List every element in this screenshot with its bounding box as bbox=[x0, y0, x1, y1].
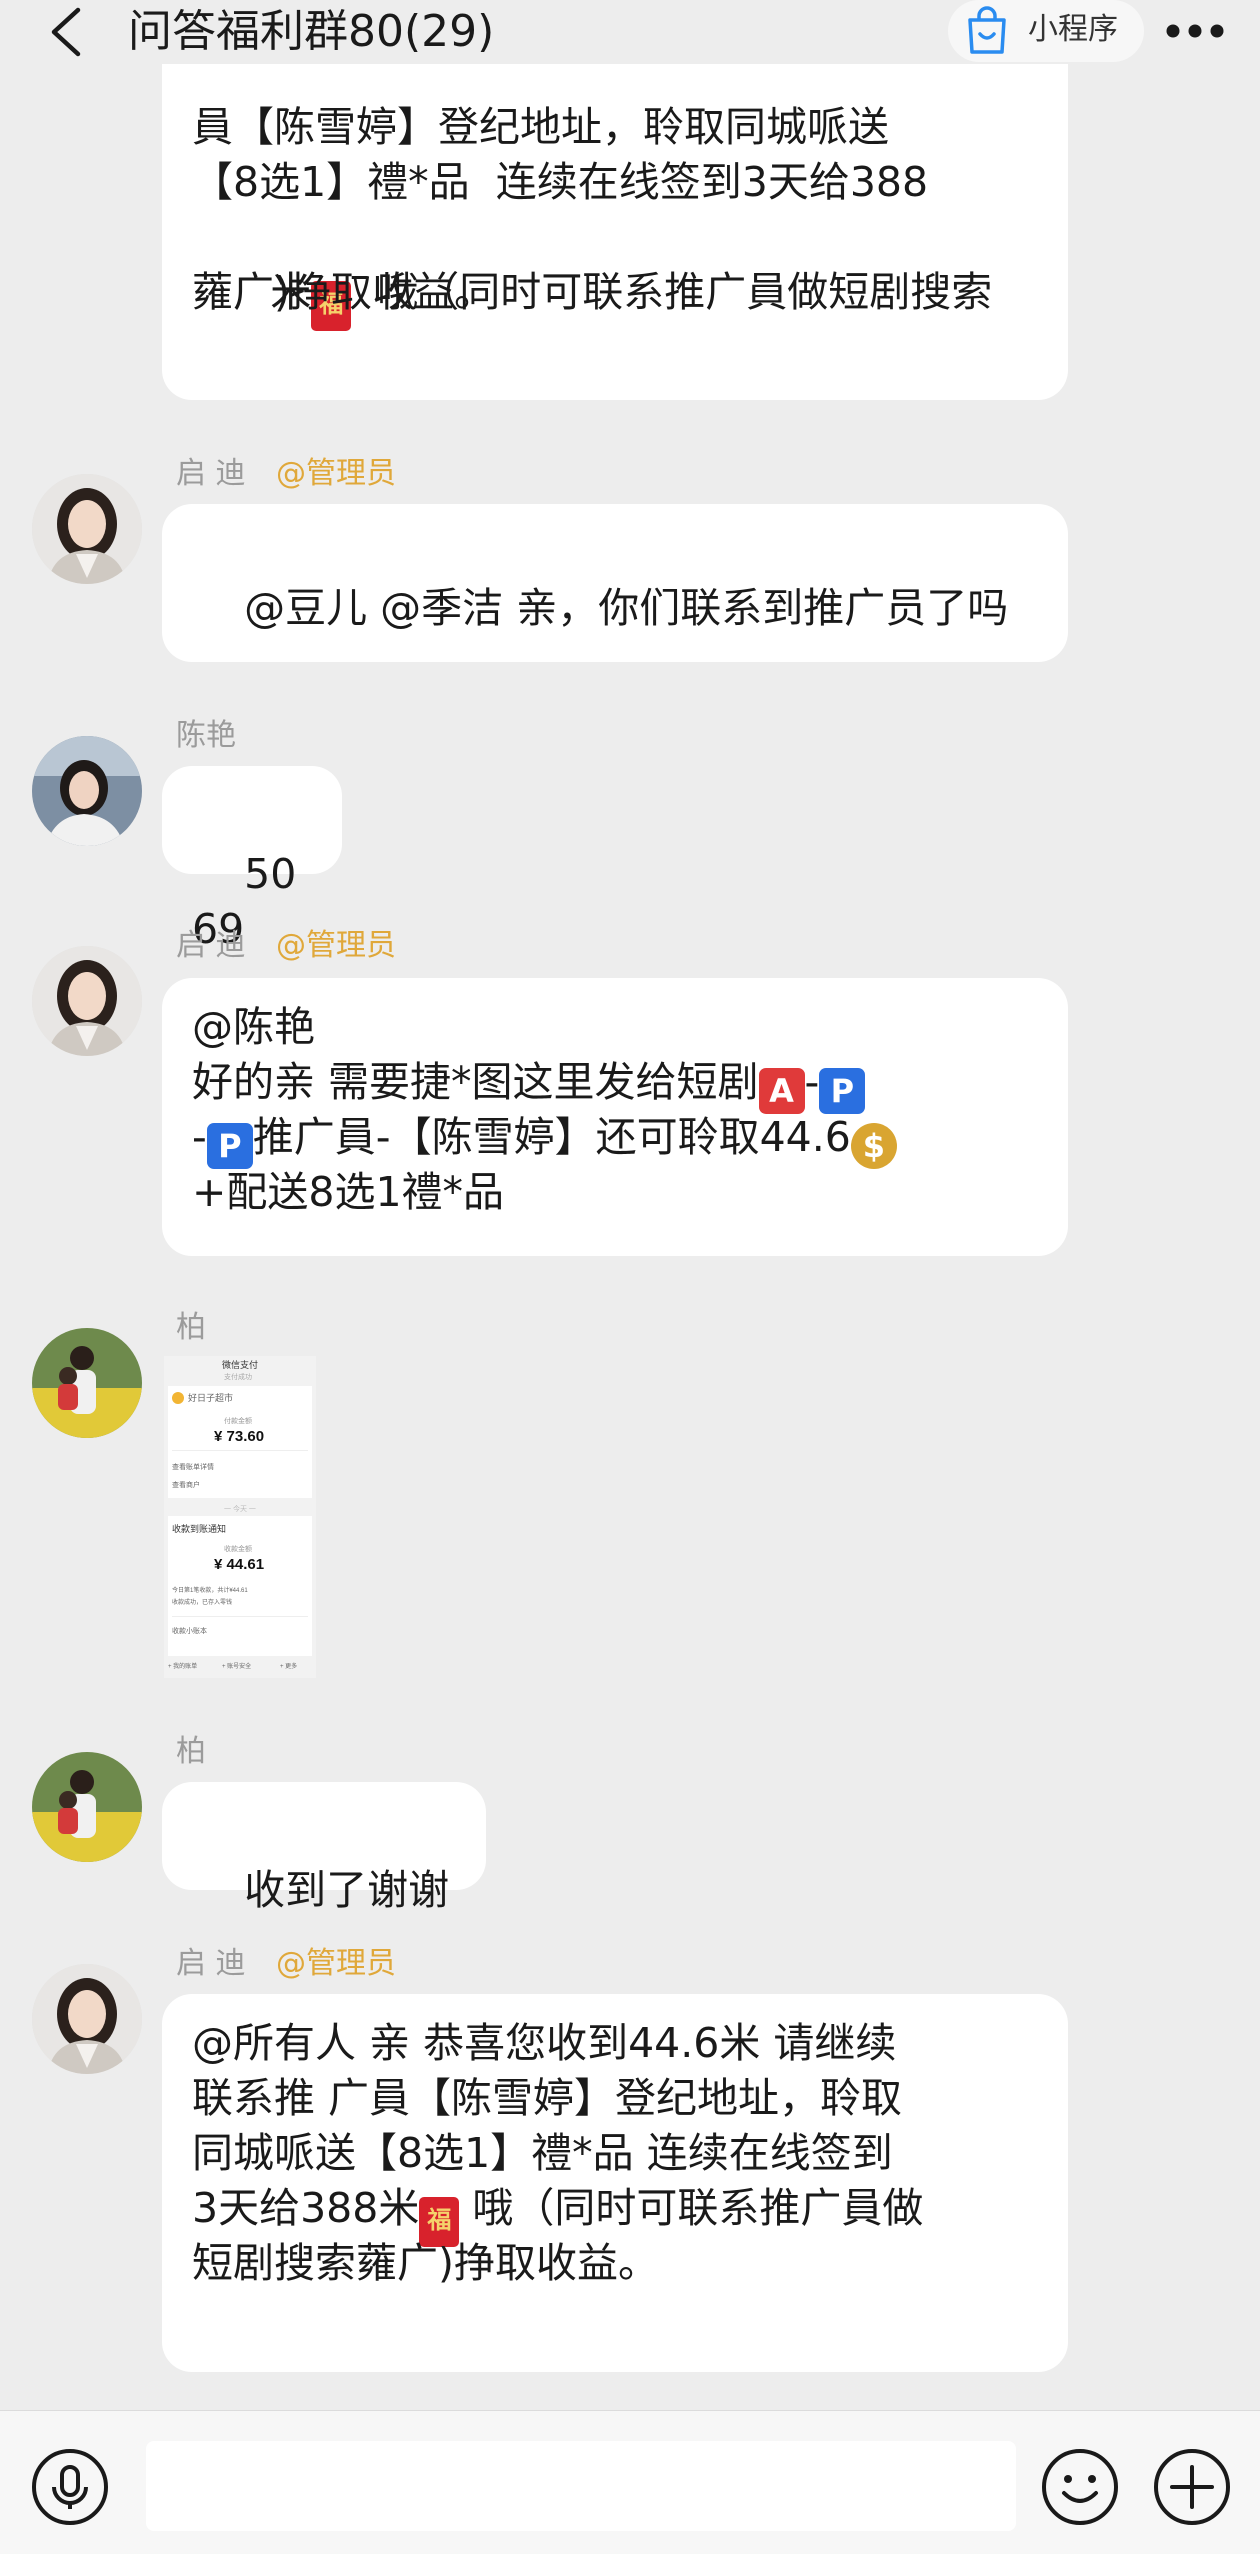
image-card: 好日子超市 付款金额 ¥ 73.60 查看账单详情 查看商户 bbox=[168, 1386, 312, 1498]
sender-name: 启 迪 bbox=[176, 1946, 246, 1981]
message-fragment: 3天给388米 bbox=[192, 2184, 420, 2232]
image-amount: ¥ 73.60 bbox=[214, 1428, 265, 1445]
avatar-woman-icon bbox=[32, 1964, 142, 2074]
sender-name: 启 迪 bbox=[176, 456, 246, 491]
message-list[interactable]: 員【陈雪婷】登纪地址，聆取同城哌送 【8选1】禮*品 连续在线签到3天给388 … bbox=[0, 0, 1260, 2410]
message-bubble[interactable]: 5069 bbox=[162, 766, 342, 953]
message-line: +配送8选1禮*品 bbox=[192, 1168, 505, 1216]
back-button[interactable] bbox=[44, 4, 88, 60]
merchant-icon bbox=[172, 1392, 184, 1404]
smiley-icon bbox=[1042, 2449, 1118, 2525]
message-bubble[interactable]: @所有人 亲 恭喜您收到44.6米 请继续 联系推 广員【陈雪婷】登纪地址，聆取… bbox=[162, 1994, 1068, 2372]
more-button[interactable] bbox=[1160, 6, 1230, 56]
image-text: + 我的账单 bbox=[168, 1664, 198, 1670]
avatar[interactable] bbox=[32, 1328, 142, 1438]
message-bubble[interactable]: 收到了谢谢 bbox=[162, 1782, 486, 1914]
more-dots-icon bbox=[1166, 24, 1224, 38]
image-text: 收款成功，已存入零钱 bbox=[172, 1600, 233, 1606]
message-line: - P 推广員-【陈雪婷】还可聆取44.6 $ bbox=[192, 1110, 897, 1169]
avatar-family-icon bbox=[32, 1328, 142, 1438]
admin-tag: @管理员 bbox=[276, 928, 396, 963]
avatar-woman-car-icon bbox=[32, 736, 142, 846]
message-text: @豆儿 @季洁 亲，你们联系到推广员了吗 bbox=[244, 584, 1009, 632]
image-divider bbox=[172, 1450, 308, 1451]
shopping-bag-icon bbox=[968, 6, 1006, 54]
admin-tag: @管理员 bbox=[276, 456, 396, 491]
p-button-emoji: P bbox=[819, 1068, 866, 1114]
message-line: @陈艳 bbox=[192, 1003, 315, 1051]
sender-name: 柏 bbox=[176, 1734, 206, 1769]
message-text: 收到了谢谢 bbox=[244, 1866, 450, 1914]
avatar[interactable] bbox=[32, 946, 142, 1056]
avatar[interactable] bbox=[32, 736, 142, 846]
image-text: 收款到账通知 bbox=[172, 1524, 227, 1534]
voice-button[interactable] bbox=[30, 2447, 110, 2527]
message-line: 員【陈雪婷】登纪地址，聆取同城哌送 bbox=[192, 103, 889, 151]
avatar[interactable] bbox=[32, 474, 142, 584]
message-bubble[interactable]: @陈艳 好的亲 需要捷*图这里发给短剧 A - P - P 推广員-【陈雪婷】还可聆取44… bbox=[162, 978, 1068, 1256]
chevron-left-icon bbox=[51, 7, 81, 57]
message-fragment: 哦（同时可联系推广員做 bbox=[459, 2184, 924, 2232]
image-text: 查看账单详情 bbox=[172, 1464, 214, 1471]
image-divider bbox=[172, 1616, 308, 1617]
money-bag-emoji: $ bbox=[850, 1123, 897, 1169]
message-line: @所有人 亲 恭喜您收到44.6米 请继续 bbox=[192, 2019, 897, 2067]
image-text: 今日第1笔收款，共计¥44.61 bbox=[172, 1588, 248, 1594]
image-text: + 账号安全 bbox=[222, 1664, 252, 1670]
microphone-icon bbox=[32, 2449, 108, 2525]
chat-header: 问答福利群80(29) 小程序 bbox=[0, 0, 1260, 64]
message-fragment: - bbox=[192, 1113, 207, 1161]
avatar-woman-icon bbox=[32, 946, 142, 1056]
message-line: 蕹广)挣取收益。 bbox=[192, 268, 495, 316]
message-line: 联系推 广員【陈雪婷】登纪地址，聆取 bbox=[192, 2074, 903, 2122]
image-text: 收款小账本 bbox=[172, 1628, 207, 1635]
emoji-button[interactable] bbox=[1040, 2447, 1120, 2527]
sender-name: 陈艳 bbox=[176, 718, 236, 753]
avatar[interactable] bbox=[32, 1752, 142, 1862]
sender-name: 启 迪 bbox=[176, 928, 246, 963]
more-functions-button[interactable] bbox=[1152, 2447, 1232, 2527]
image-text: 收款金额 bbox=[224, 1546, 252, 1553]
message-fragment: 推广員-【陈雪婷】还可聆取44.6 bbox=[252, 1113, 851, 1161]
input-bar bbox=[0, 2410, 1260, 2554]
a-button-emoji: A bbox=[758, 1068, 805, 1114]
image-text: 好日子超市 bbox=[188, 1393, 234, 1403]
avatar-family-icon bbox=[32, 1752, 142, 1862]
message-fragment: - bbox=[804, 1058, 820, 1106]
message-line: 好的亲 需要捷*图这里发给短剧 A - P bbox=[192, 1055, 866, 1114]
message-fragment: 好的亲 需要捷*图这里发给短剧 bbox=[192, 1058, 759, 1106]
image-text: + 更多 bbox=[280, 1664, 298, 1670]
image-card: 收款到账通知 收款金额 ¥ 44.61 今日第1笔收款，共计¥44.61 收款成… bbox=[168, 1516, 312, 1656]
message-line: 短剧搜索蕹广)挣取收益。 bbox=[192, 2239, 659, 2287]
chat-title: 问答福利群80(29) bbox=[128, 6, 495, 57]
message-line: 同城哌送【8选1】禮*品 连续在线签到 bbox=[192, 2129, 893, 2177]
image-text: 微信支付 bbox=[222, 1360, 259, 1370]
admin-tag: @管理员 bbox=[276, 1946, 396, 1981]
avatar-woman-icon bbox=[32, 474, 142, 584]
image-text: 支付成功 bbox=[224, 1374, 252, 1381]
avatar[interactable] bbox=[32, 1964, 142, 2074]
sender-name: 柏 bbox=[176, 1310, 206, 1345]
message-input[interactable] bbox=[146, 2441, 1016, 2531]
plus-icon bbox=[1154, 2449, 1230, 2525]
mini-program-button[interactable]: 小程序 bbox=[948, 0, 1144, 62]
payment-screenshot-image[interactable]: 微信支付 支付成功 好日子超市 付款金额 ¥ 73.60 查看账单详情 查看商户… bbox=[164, 1356, 316, 1678]
message-bubble[interactable]: @豆儿 @季洁 亲，你们联系到推广员了吗 bbox=[162, 504, 1068, 662]
p-button-emoji: P bbox=[206, 1123, 253, 1169]
message-line: 【8选1】禮*品 连续在线签到3天给388 bbox=[192, 158, 929, 206]
image-text: 一 今天 一 bbox=[224, 1506, 256, 1513]
mini-program-label: 小程序 bbox=[1028, 12, 1118, 47]
image-text: 查看商户 bbox=[172, 1482, 200, 1489]
image-text: 付款金额 bbox=[224, 1418, 252, 1425]
image-amount: ¥ 44.61 bbox=[214, 1556, 265, 1573]
